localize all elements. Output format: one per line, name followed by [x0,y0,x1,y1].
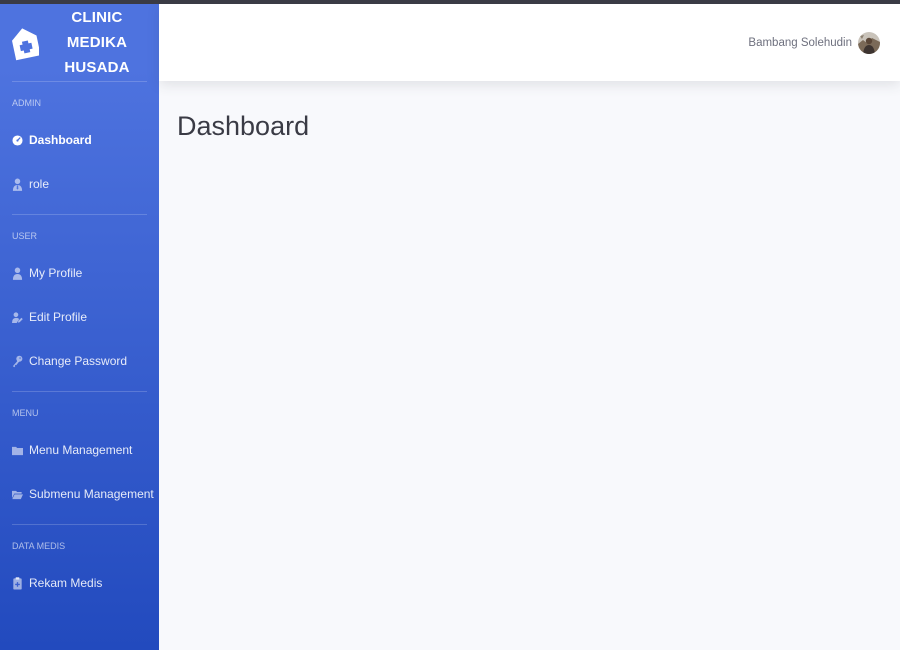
sidebar-divider [12,81,147,82]
file-medical-icon [12,576,23,590]
sidebar-item-label: Dashboard [29,133,92,147]
user-avatar-photo[interactable] [858,32,880,54]
topbar: Bambang Solehudin [159,4,900,81]
user-edit-icon [12,311,23,324]
user-icon [12,267,23,280]
folder-open-icon [12,488,23,501]
sidebar-item-label: role [29,177,50,191]
sidebar-item-label: Rekam Medis [29,576,103,590]
sidebar-item-change-password[interactable]: Change Password [0,339,159,383]
sidebar-item-my-profile[interactable]: My Profile [0,251,159,295]
page-title: Dashboard [177,111,310,141]
sidebar: CLINIC MEDIKA HUSADA ADMIN Dashboard rol… [0,4,159,650]
sidebar-item-label: Submenu Management [29,487,154,501]
sidebar-heading-admin: ADMIN [12,98,41,108]
tachometer-icon [12,134,23,147]
folder-icon [12,444,23,457]
user-name: Bambang Solehudin [748,37,852,49]
user-tie-icon [12,178,23,191]
sidebar-item-role[interactable]: role [0,162,159,206]
window-top-strip [0,0,900,4]
sidebar-heading-menu: MENU [12,408,39,418]
sidebar-brand[interactable]: CLINIC MEDIKA HUSADA [0,4,159,81]
sidebar-heading-data-medis: DATA MEDIS [12,541,66,551]
brand-name: CLINIC MEDIKA HUSADA [47,5,147,80]
sidebar-item-submenu-management[interactable]: Submenu Management [0,472,159,516]
sidebar-item-label: Change Password [29,354,128,368]
user-dropdown[interactable]: Bambang Solehudin [748,32,880,54]
clinic-house-icon [12,24,41,62]
key-icon [12,355,23,368]
sidebar-heading-user: USER [12,231,38,241]
sidebar-item-label: Menu Management [29,443,133,457]
sidebar-item-label: Edit Profile [29,310,88,324]
sidebar-divider [12,391,147,392]
sidebar-divider [12,524,147,525]
sidebar-divider [12,214,147,215]
main-content: Dashboard [159,81,900,650]
brand-line-2: HUSADA [64,59,130,76]
sidebar-item-menu-management[interactable]: Menu Management [0,428,159,472]
sidebar-item-label: My Profile [29,266,83,280]
sidebar-item-edit-profile[interactable]: Edit Profile [0,295,159,339]
brand-line-1: CLINIC MEDIKA [66,9,128,51]
sidebar-item-rekam-medis[interactable]: Rekam Medis [0,561,159,605]
sidebar-item-dashboard[interactable]: Dashboard [0,118,159,162]
